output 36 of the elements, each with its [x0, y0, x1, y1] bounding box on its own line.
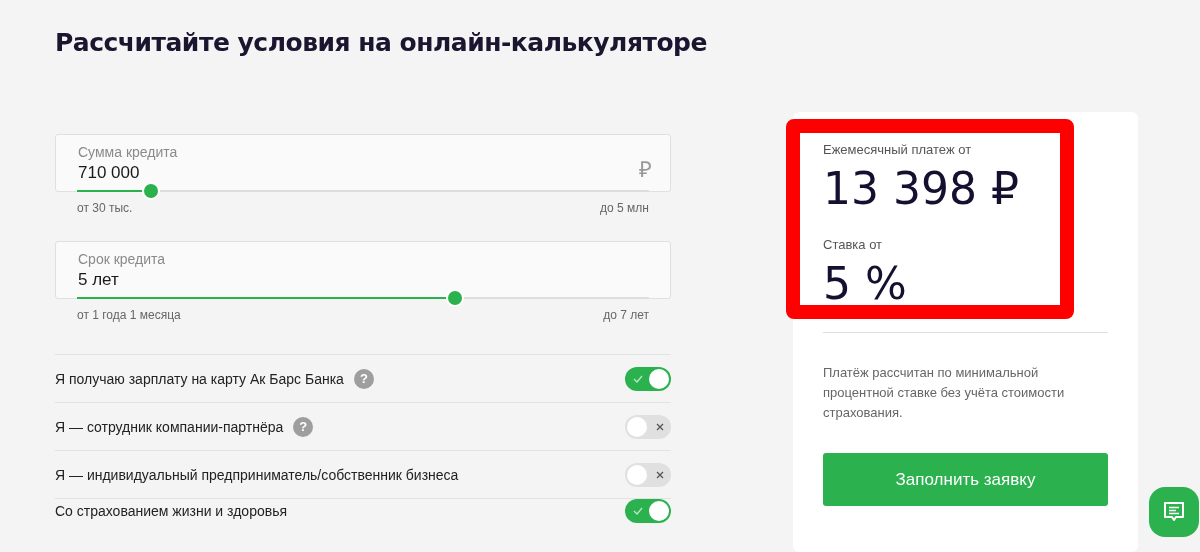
slider-handle[interactable]	[144, 184, 159, 198]
help-icon[interactable]: ?	[293, 416, 314, 437]
field-value: 710 000	[78, 163, 140, 183]
rate-label: Ставка от	[823, 237, 884, 252]
slider-handle[interactable]	[447, 291, 462, 305]
option-label: Я — индивидуальный предприниматель/собственник бизнеса	[55, 466, 459, 483]
input-field[interactable]: Срок кредита 5 лет	[55, 241, 671, 299]
toggle-switch[interactable]	[625, 462, 671, 487]
range-max: до 5 млн	[600, 201, 649, 215]
rate-value: 5 %	[823, 258, 908, 310]
help-icon[interactable]: ?	[353, 368, 374, 389]
note-text: Платёж рассчитан по минимальной процентной ставке без учёта стоимости страхования.	[823, 364, 1066, 422]
close-icon	[655, 469, 665, 480]
option-label: Со страхованием жизни и здоровья	[55, 503, 288, 519]
toggle-switch[interactable]	[625, 366, 671, 391]
range-min: от 1 года 1 месяца	[77, 308, 181, 322]
payment-amount: 13 398 ₽	[823, 163, 1020, 215]
chat-button[interactable]	[1149, 487, 1199, 537]
payment-label: Ежемесячный платеж от	[823, 142, 973, 157]
field-value: 5 лет	[78, 270, 119, 290]
check-icon	[633, 373, 643, 384]
field-label: Срок кредита	[78, 251, 167, 267]
toggle-switch[interactable]	[625, 499, 671, 523]
field-label: Сумма кредита	[78, 144, 179, 160]
close-icon	[655, 421, 665, 432]
input-field[interactable]: Сумма кредита 710 000 ₽	[55, 134, 671, 192]
toggle-switch[interactable]	[625, 414, 671, 439]
chat-icon	[1162, 500, 1186, 524]
range-min: от 30 тыс.	[77, 201, 133, 215]
option-label: Я — сотрудник компании-партнёра	[55, 418, 284, 435]
check-icon	[633, 506, 643, 516]
currency-sign: ₽	[639, 156, 652, 183]
option-label: Я получаю зарплату на карту Ак Барс Банка	[55, 370, 344, 387]
range-max: до 7 лет	[603, 308, 649, 322]
apply-button[interactable]: Заполнить заявку	[823, 453, 1108, 506]
page-title: Рассчитайте условия на онлайн-калькуляторе	[55, 27, 707, 59]
